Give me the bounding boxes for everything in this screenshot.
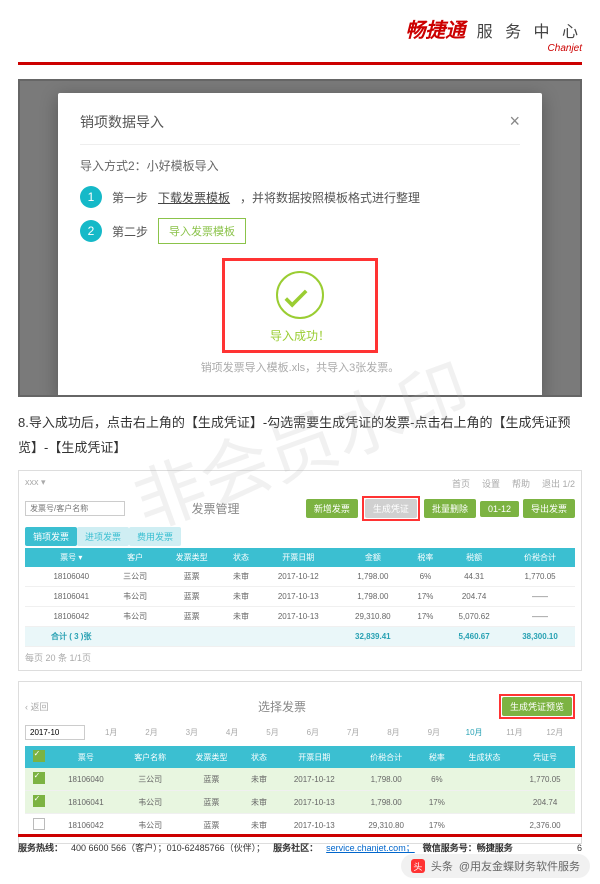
footer-community-link[interactable]: service.chanjet.com；: [326, 841, 415, 854]
row-checkbox[interactable]: [33, 772, 45, 784]
import-modal: 销项数据导入 × 导入方式2：小好模板导入 1 第一步 下载发票模板 ，并将数据…: [58, 93, 542, 397]
month-tab[interactable]: 5月: [252, 727, 292, 738]
generate-voucher-button[interactable]: 生成凭证: [365, 499, 417, 518]
row-checkbox[interactable]: [33, 818, 45, 830]
new-invoice-button[interactable]: 新增发票: [306, 499, 358, 518]
top-link-settings[interactable]: 设置: [482, 477, 500, 490]
months-row: 1月2月3月4月5月6月7月8月9月10月11月12月: [25, 725, 575, 740]
table-row[interactable]: 18106041韦公司蓝票未审2017-10-131,798.0017%204.…: [25, 587, 575, 607]
panel3-title: 选择发票: [65, 698, 499, 715]
month-tab[interactable]: 10月: [454, 727, 494, 738]
step-1-label: 第一步: [112, 189, 148, 206]
table-header-row: 票号客户名称发票类型 状态开票日期价税合计 税率生成状态凭证号: [25, 746, 575, 768]
tab-sale-invoice[interactable]: 销项发票: [25, 527, 77, 546]
instruction-step-8: 8.导入成功后，点击右上角的【生成凭证】-勾选需要生成凭证的发票-点击右上角的【…: [18, 411, 582, 460]
header-divider: [18, 62, 582, 65]
header-title: 服 务 中 心: [477, 24, 582, 41]
month-tab[interactable]: 11月: [494, 727, 534, 738]
footer-hotline: 400 6600 566（客户）；010-62485766（伙伴）；: [71, 841, 265, 854]
invoice-table: 票号 ▾客户 发票类型状态开票日期 金额税率税额 价税合计 18106040三公…: [25, 548, 575, 647]
month-tab[interactable]: 4月: [212, 727, 252, 738]
row-checkbox[interactable]: [33, 795, 45, 807]
top-link-home[interactable]: 首页: [452, 477, 470, 490]
month-tab[interactable]: 6月: [293, 727, 333, 738]
modal-divider: [80, 144, 520, 145]
month-tab[interactable]: 3月: [172, 727, 212, 738]
breadcrumb[interactable]: xxx ▾: [25, 477, 46, 490]
screenshot-import-modal: 销项数据导入 × 导入方式2：小好模板导入 1 第一步 下载发票模板 ，并将数据…: [18, 79, 582, 397]
table-row[interactable]: 18106040三公司蓝票未审2017-10-121,798.006%1,770…: [25, 768, 575, 791]
generate-voucher-preview-button[interactable]: 生成凭证预览: [502, 697, 572, 716]
toutiao-attribution: 头 头条 @用友金蝶财务软件服务: [401, 854, 590, 878]
footer-hotline-label: 服务热线：: [18, 841, 63, 854]
back-link[interactable]: ‹ 返回: [25, 700, 65, 713]
export-button[interactable]: 导出发票: [523, 499, 575, 518]
panel2-top-links: xxx ▾ 首页 设置 帮助 退出 1/2: [25, 477, 575, 490]
select-invoice-table: 票号客户名称发票类型 状态开票日期价税合计 税率生成状态凭证号 18106040…: [25, 746, 575, 837]
table-row[interactable]: 18106042韦公司蓝票未审2017-10-1329,310.8017%5,0…: [25, 607, 575, 627]
tab-expense-invoice[interactable]: 费用发票: [129, 527, 181, 546]
period-button[interactable]: 01-12: [480, 501, 519, 517]
toutiao-icon: 头: [411, 859, 425, 873]
month-tab[interactable]: 7月: [333, 727, 373, 738]
screenshot-select-invoice: ‹ 返回 选择发票 生成凭证预览 1月2月3月4月5月6月7月8月9月10月11…: [18, 681, 582, 844]
success-text: 导入成功！: [225, 327, 375, 344]
close-icon[interactable]: ×: [509, 111, 520, 132]
pager: 每页 20 条 1/1页: [25, 651, 575, 664]
month-tab[interactable]: 8月: [373, 727, 413, 738]
download-template-link[interactable]: 下载发票模板: [158, 189, 230, 206]
screenshot-invoice-management: xxx ▾ 首页 设置 帮助 退出 1/2 发票管理 新增发票 生成凭证 批量删…: [18, 470, 582, 671]
import-sub-note: 销项发票导入模板.xls，共导入3张发票。: [80, 359, 520, 375]
month-tab[interactable]: 1月: [91, 727, 131, 738]
step-2-label: 第二步: [112, 223, 148, 240]
select-all-checkbox[interactable]: [33, 750, 45, 762]
month-tab[interactable]: 9月: [414, 727, 454, 738]
batch-delete-button[interactable]: 批量删除: [424, 499, 476, 518]
search-input[interactable]: [25, 501, 125, 516]
period-input[interactable]: [25, 725, 85, 740]
tab-purchase-invoice[interactable]: 进项发票: [77, 527, 129, 546]
footer-wechat: 微信服务号：畅捷服务: [423, 841, 513, 854]
page-footer: 服务热线： 400 6600 566（客户）；010-62485766（伙伴）；…: [18, 830, 582, 854]
check-icon: [276, 271, 324, 319]
panel2-actions: 新增发票 生成凭证 批量删除 01-12 导出发票: [306, 496, 575, 521]
step-2-row: 2 第二步 导入发票模板: [80, 218, 520, 244]
import-method-title: 导入方式2：小好模板导入: [80, 157, 520, 174]
month-tab[interactable]: 2月: [131, 727, 171, 738]
top-link-exit[interactable]: 退出 1/2: [542, 477, 575, 490]
footer-community-label: 服务社区：: [273, 841, 318, 854]
toutiao-label: 头条: [431, 858, 453, 874]
step-1-badge: 1: [80, 186, 102, 208]
top-link-help[interactable]: 帮助: [512, 477, 530, 490]
table-row[interactable]: 18106041韦公司蓝票未审2017-10-131,798.0017%204.…: [25, 791, 575, 814]
toutiao-author: @用友金蝶财务软件服务: [459, 858, 580, 874]
table-row[interactable]: 18106040三公司蓝票未审2017-10-121,798.006%44.31…: [25, 567, 575, 587]
total-row: 合计 ( 3 )张32,839.415,460.6738,300.10: [25, 627, 575, 647]
modal-title: 销项数据导入: [80, 112, 164, 132]
step-2-badge: 2: [80, 220, 102, 242]
table-header-row: 票号 ▾客户 发票类型状态开票日期 金额税率税额 价税合计: [25, 548, 575, 567]
import-template-button[interactable]: 导入发票模板: [158, 218, 246, 244]
panel2-title: 发票管理: [125, 500, 306, 517]
brand-en: Chanjet: [18, 43, 582, 54]
brand-cn: 畅捷通: [405, 20, 465, 42]
step-1-tail: ，并将数据按照模板格式进行整理: [240, 189, 420, 206]
month-tab[interactable]: 12月: [535, 727, 575, 738]
step-1-row: 1 第一步 下载发票模板 ，并将数据按照模板格式进行整理: [80, 186, 520, 208]
page-header: 畅捷通 服 务 中 心 Chanjet: [18, 10, 582, 60]
page-number: 6: [577, 843, 582, 853]
success-highlight-box: 导入成功！: [222, 258, 378, 353]
